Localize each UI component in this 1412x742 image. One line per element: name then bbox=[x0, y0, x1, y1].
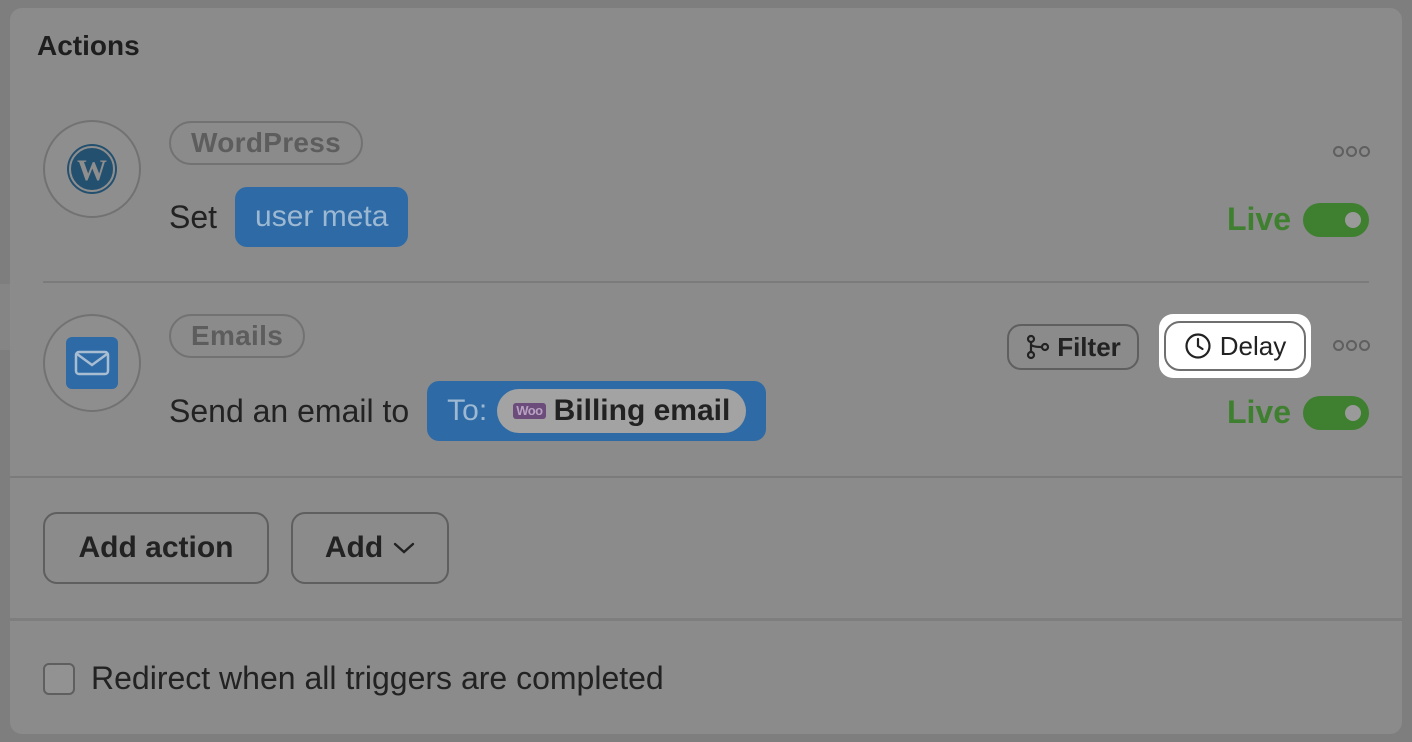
add-action-button[interactable]: Add action bbox=[43, 512, 269, 584]
billing-email-chip[interactable]: Woo Billing email bbox=[497, 389, 747, 433]
filter-label: Filter bbox=[1057, 331, 1121, 362]
recipient-pill[interactable]: To: Woo Billing email bbox=[427, 381, 767, 441]
chevron-down-icon bbox=[393, 542, 415, 554]
redirect-option: Redirect when all triggers are completed bbox=[43, 660, 664, 697]
delay-button[interactable]: Delay bbox=[1164, 321, 1306, 371]
more-options-icon[interactable] bbox=[1333, 146, 1370, 157]
action-description: Send an email to To: Woo Billing email bbox=[169, 381, 767, 441]
to-prefix: To: bbox=[447, 394, 488, 427]
section-title: Actions bbox=[37, 30, 140, 61]
action-verb: Send an email to bbox=[169, 392, 410, 429]
row-divider bbox=[43, 281, 1369, 283]
actions-card: Actions W WordPress Set user meta Live E… bbox=[10, 8, 1402, 734]
clock-icon bbox=[1185, 333, 1211, 359]
svg-text:W: W bbox=[77, 154, 107, 187]
branch-icon bbox=[1027, 334, 1050, 360]
user-meta-pill[interactable]: user meta bbox=[235, 187, 409, 247]
live-label: Live bbox=[1226, 201, 1291, 237]
add-label: Add bbox=[324, 531, 384, 564]
woocommerce-icon: Woo bbox=[513, 403, 546, 419]
action-verb: Set bbox=[169, 198, 218, 235]
live-status: Live bbox=[1227, 394, 1369, 431]
action-buttons: Add action Add bbox=[43, 512, 449, 584]
filter-button[interactable]: Filter bbox=[1007, 324, 1139, 370]
action-row-emails: Emails Send an email to To: Woo Billing … bbox=[10, 284, 1402, 474]
envelope-icon bbox=[66, 337, 118, 389]
live-status: Live bbox=[1227, 201, 1369, 238]
live-toggle[interactable] bbox=[1303, 202, 1369, 237]
recipient-label: Billing email bbox=[553, 394, 731, 427]
action-row-wordpress: W WordPress Set user meta Live bbox=[10, 108, 1402, 282]
wordpress-logo-icon: W bbox=[67, 144, 117, 194]
live-toggle[interactable] bbox=[1303, 395, 1369, 430]
redirect-checkbox[interactable] bbox=[43, 662, 75, 695]
delay-label: Delay bbox=[1219, 330, 1287, 361]
app-tag-wordpress: WordPress bbox=[169, 121, 364, 165]
section-divider bbox=[10, 618, 1402, 621]
section-divider bbox=[10, 476, 1402, 478]
app-icon-emails bbox=[43, 314, 141, 412]
more-options-icon[interactable] bbox=[1333, 340, 1370, 351]
live-label: Live bbox=[1226, 394, 1291, 430]
add-dropdown-button[interactable]: Add bbox=[291, 512, 449, 584]
app-tag-emails: Emails bbox=[169, 314, 306, 358]
redirect-label: Redirect when all triggers are completed bbox=[91, 660, 664, 696]
action-description: Set user meta bbox=[169, 187, 409, 247]
app-icon-wordpress: W bbox=[43, 120, 141, 218]
